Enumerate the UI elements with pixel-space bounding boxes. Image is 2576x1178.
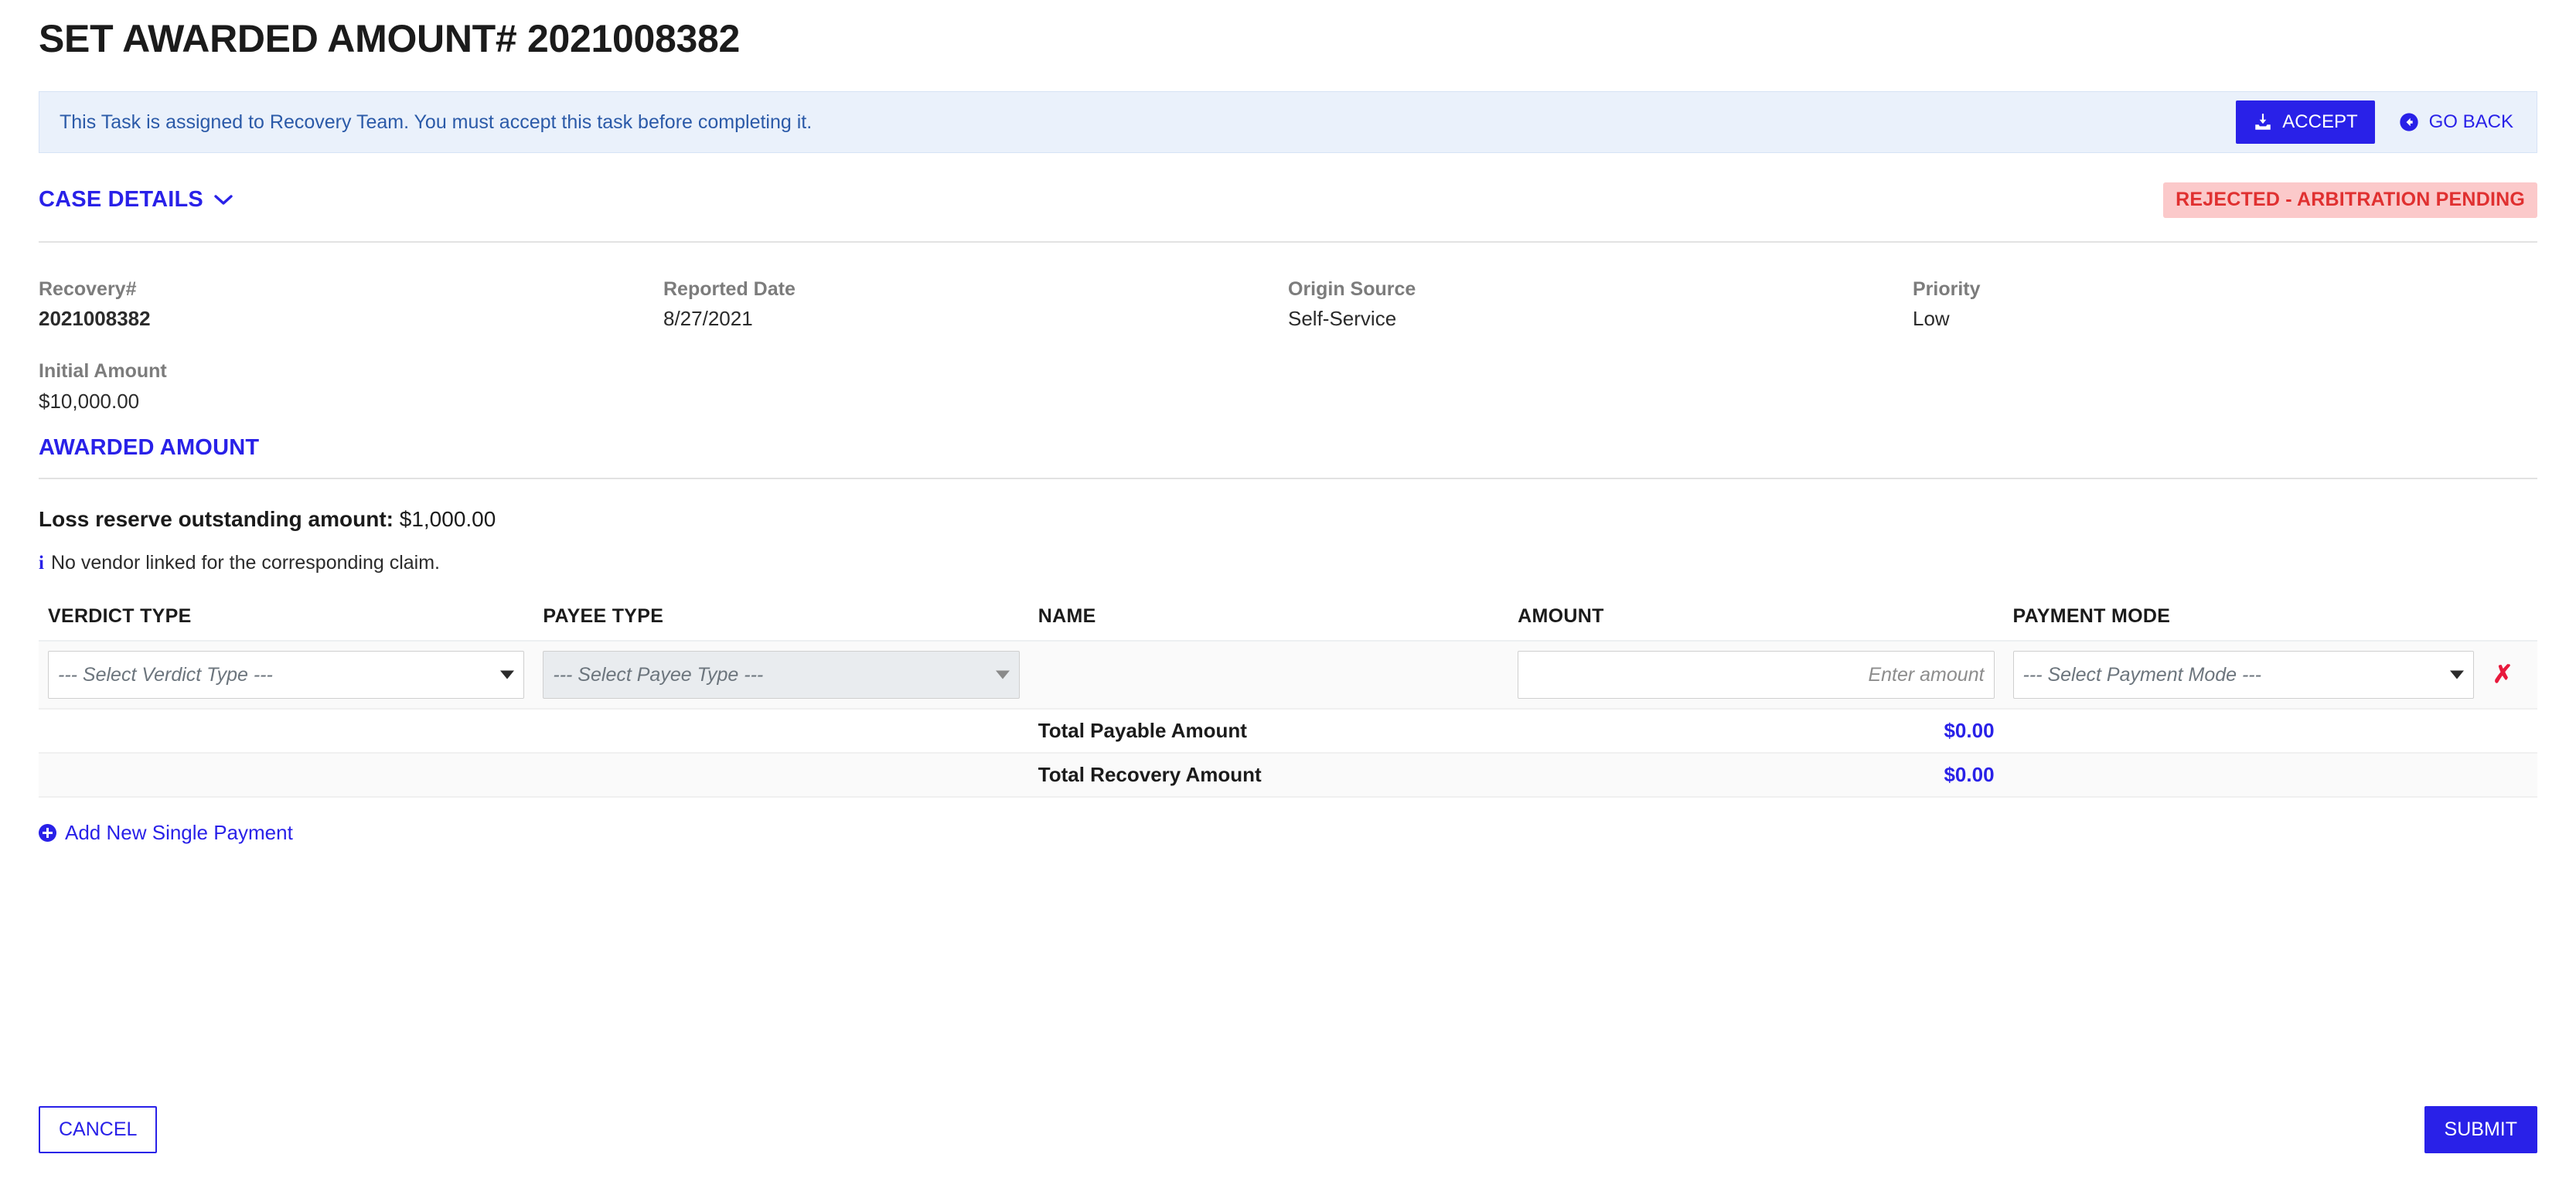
detail-field-priority: Priority Low	[1913, 277, 2537, 333]
payment-mode-select[interactable]: --- Select Payment Mode ---	[2012, 651, 2474, 700]
alert-actions: ACCEPT GO BACK	[2236, 100, 2520, 144]
spacer-cell	[533, 753, 1029, 798]
spacer-cell	[39, 709, 534, 754]
total-recovery-row: Total Recovery Amount $0.00	[39, 753, 2537, 798]
detail-field-reported-date: Reported Date 8/27/2021	[663, 277, 1288, 333]
chevron-down-icon	[500, 670, 515, 679]
detail-value: $10,000.00	[39, 390, 140, 414]
case-details-label: CASE DETAILS	[39, 187, 203, 212]
remove-row-icon[interactable]: ✗	[2493, 662, 2513, 686]
case-details-toggle[interactable]: CASE DETAILS	[39, 187, 233, 213]
status-badge: REJECTED - ARBITRATION PENDING	[2163, 182, 2537, 218]
cell-amount	[1508, 641, 2004, 710]
payments-table: VERDICT TYPE PAYEE TYPE NAME AMOUNT PAYM…	[39, 605, 2537, 798]
detail-field-recovery-number: Recovery# 2021008382	[39, 277, 663, 333]
alert-message: This Task is assigned to Recovery Team. …	[60, 111, 813, 133]
detail-value: Self-Service	[1288, 307, 1397, 331]
case-details-divider	[39, 240, 2537, 243]
accept-button-label: ACCEPT	[2282, 111, 2358, 132]
task-assignment-alert: This Task is assigned to Recovery Team. …	[39, 90, 2537, 153]
loss-reserve-line: Loss reserve outstanding amount: $1,000.…	[39, 507, 2537, 532]
chevron-down-icon	[995, 670, 1010, 679]
payments-table-head: VERDICT TYPE PAYEE TYPE NAME AMOUNT PAYM…	[39, 605, 2537, 642]
case-details-grid: Recovery# 2021008382 Reported Date 8/27/…	[39, 277, 2537, 416]
cell-delete: ✗	[2482, 641, 2537, 710]
payee-type-select-value: --- Select Payee Type ---	[553, 663, 764, 686]
loss-reserve-value: $1,000.00	[399, 507, 496, 532]
verdict-type-select[interactable]: --- Select Verdict Type ---	[48, 651, 525, 700]
amount-input[interactable]	[1518, 651, 1995, 700]
payments-table-body: --- Select Verdict Type --- --- Select P…	[39, 641, 2537, 798]
detail-label: Recovery#	[39, 277, 137, 300]
cell-verdict-type: --- Select Verdict Type ---	[39, 641, 534, 710]
cancel-button[interactable]: CANCEL	[39, 1106, 158, 1153]
spacer-cell	[39, 753, 534, 798]
page-title: SET AWARDED AMOUNT# 2021008382	[39, 17, 741, 60]
payee-type-select[interactable]: --- Select Payee Type ---	[543, 651, 1020, 700]
download-inbox-icon	[2253, 112, 2273, 132]
detail-value: Low	[1913, 307, 1950, 331]
column-header-name: NAME	[1028, 605, 1509, 642]
case-details-header: CASE DETAILS REJECTED - ARBITRATION PEND…	[39, 182, 2537, 224]
cell-payee-type: --- Select Payee Type ---	[533, 641, 1029, 710]
form-footer: CANCEL SUBMIT	[39, 1106, 2537, 1153]
detail-label: Initial Amount	[39, 360, 167, 383]
plus-circle-icon	[39, 824, 56, 843]
total-payable-label: Total Payable Amount	[1028, 709, 1509, 754]
column-header-actions	[2482, 605, 2537, 642]
add-new-single-payment-label: Add New Single Payment	[65, 821, 293, 845]
info-icon: i	[39, 553, 44, 574]
cell-payment-mode: --- Select Payment Mode ---	[2003, 641, 2483, 710]
chevron-down-icon	[214, 194, 233, 206]
detail-value: 8/27/2021	[663, 307, 753, 331]
go-back-button[interactable]: GO BACK	[2392, 111, 2520, 133]
payment-row: --- Select Verdict Type --- --- Select P…	[39, 641, 2537, 710]
column-header-payment-mode: PAYMENT MODE	[2003, 605, 2483, 642]
spacer-cell	[2003, 709, 2483, 754]
detail-label: Origin Source	[1288, 277, 1416, 300]
detail-value: 2021008382	[39, 307, 151, 331]
submit-button[interactable]: SUBMIT	[2424, 1106, 2537, 1153]
verdict-type-select-value: --- Select Verdict Type ---	[58, 663, 273, 686]
no-vendor-note-text: No vendor linked for the corresponding c…	[50, 552, 440, 574]
detail-field-initial-amount: Initial Amount $10,000.00	[39, 359, 663, 415]
spacer-cell	[533, 709, 1029, 754]
cell-name	[1028, 641, 1509, 710]
awarded-amount-title: AWARDED AMOUNT	[39, 435, 260, 461]
no-vendor-note: i No vendor linked for the corresponding…	[39, 552, 2537, 574]
spacer-cell	[2003, 753, 2483, 798]
column-header-payee-type: PAYEE TYPE	[533, 605, 1029, 642]
loss-reserve-label: Loss reserve outstanding amount:	[39, 507, 394, 532]
payment-mode-select-value: --- Select Payment Mode ---	[2022, 663, 2261, 686]
spacer-cell	[2482, 753, 2537, 798]
go-back-button-label: GO BACK	[2428, 111, 2513, 132]
chevron-down-icon	[2449, 670, 2464, 679]
awarded-amount-divider	[39, 478, 2537, 480]
detail-label: Reported Date	[663, 277, 796, 300]
spacer-cell	[2482, 709, 2537, 754]
total-recovery-label: Total Recovery Amount	[1028, 753, 1509, 798]
column-header-verdict-type: VERDICT TYPE	[39, 605, 534, 642]
payments-table-header-row: VERDICT TYPE PAYEE TYPE NAME AMOUNT PAYM…	[39, 605, 2537, 642]
detail-field-origin-source: Origin Source Self-Service	[1288, 277, 1913, 333]
total-payable-value: $0.00	[1508, 709, 2004, 754]
page-container: SET AWARDED AMOUNT# 2021008382 This Task…	[0, 0, 2576, 846]
accept-button[interactable]: ACCEPT	[2236, 100, 2375, 144]
detail-label: Priority	[1913, 277, 1981, 300]
column-header-amount: AMOUNT	[1508, 605, 2004, 642]
total-recovery-value: $0.00	[1508, 753, 2004, 798]
add-new-single-payment-link[interactable]: Add New Single Payment	[39, 821, 293, 845]
arrow-circle-left-icon	[2398, 111, 2420, 133]
total-payable-row: Total Payable Amount $0.00	[39, 709, 2537, 754]
